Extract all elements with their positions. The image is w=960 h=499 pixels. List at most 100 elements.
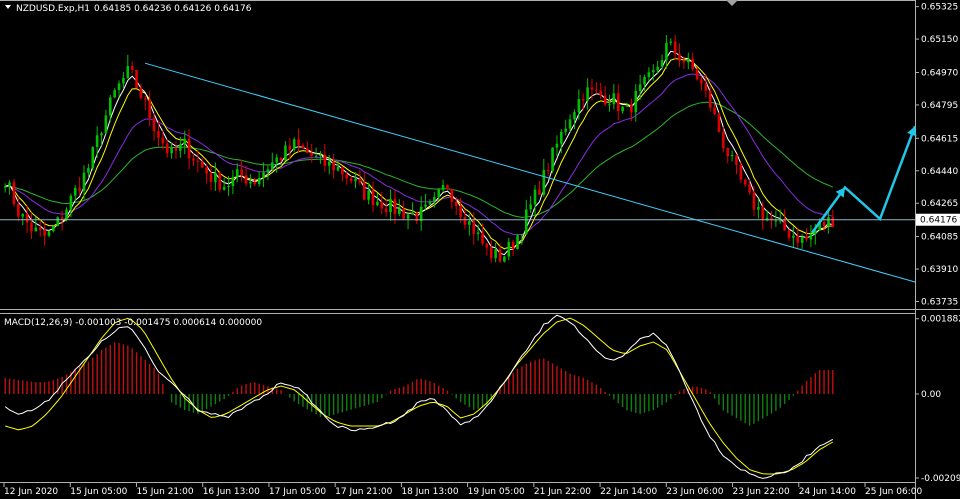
candle-body xyxy=(130,66,134,70)
candle-body xyxy=(476,232,480,234)
candle-body xyxy=(586,87,589,101)
candle-body xyxy=(104,115,108,134)
candle-body xyxy=(538,189,541,195)
candle-body xyxy=(441,185,445,190)
candle-body xyxy=(463,217,467,225)
candle-body xyxy=(271,162,274,170)
candle-body xyxy=(380,201,384,209)
time-tick-label: 22 Jun 14:00 xyxy=(600,487,657,497)
macd-tick-label: 0.001882 xyxy=(921,315,960,325)
candle-body xyxy=(608,104,611,106)
candle-body xyxy=(218,173,222,190)
candle-body xyxy=(183,138,187,145)
candle-body xyxy=(402,208,405,219)
candle-body xyxy=(108,97,112,116)
candle-body xyxy=(638,84,642,91)
candle-body xyxy=(389,199,392,213)
candle-body xyxy=(345,174,349,179)
candle-body xyxy=(319,154,322,156)
time-tick-label: 19 Jun 05:00 xyxy=(468,487,525,497)
candle-body xyxy=(713,107,716,115)
candle-body xyxy=(630,104,633,113)
candle-body xyxy=(17,204,20,217)
candle-body xyxy=(358,179,362,183)
candle-body xyxy=(700,79,703,84)
candle-body xyxy=(778,220,782,222)
time-tick-label: 15 Jun 05:00 xyxy=(70,487,127,497)
chart-title: NZDUSD.Exp,H1 xyxy=(16,4,90,14)
candle-body xyxy=(643,76,646,85)
candle-body xyxy=(603,95,607,105)
candle-body xyxy=(612,93,616,105)
candle-body xyxy=(371,190,375,206)
time-tick-label: 15 Jun 21:00 xyxy=(136,487,193,497)
candle-body xyxy=(3,186,7,188)
candle-body xyxy=(292,139,296,150)
price-tick-label: 0.65325 xyxy=(921,3,958,13)
time-tick-label: 18 Jun 13:00 xyxy=(401,487,458,497)
candle-body xyxy=(599,90,603,96)
candle-body xyxy=(332,161,335,171)
candle-body xyxy=(284,145,287,161)
candle-body xyxy=(651,70,655,73)
macd-tick-label: -0.002099 xyxy=(921,474,960,484)
candle-body xyxy=(796,235,800,243)
macd-label: MACD(12,26,9) -0.001003 -0.001475 0.0006… xyxy=(4,318,262,328)
candle-body xyxy=(78,187,81,191)
candle-body xyxy=(516,235,519,249)
candle-body xyxy=(419,206,423,222)
candle-body xyxy=(783,220,786,231)
candle-body xyxy=(761,206,765,221)
price-tick-label: 0.63910 xyxy=(921,265,958,275)
ohlc-values: 0.64185 0.64236 0.64126 0.64176 xyxy=(94,4,252,14)
candle-body xyxy=(279,157,283,161)
candle-body xyxy=(100,133,103,136)
candle-body xyxy=(38,227,42,230)
candle-body xyxy=(192,158,195,161)
candle-body xyxy=(231,177,235,187)
candle-body xyxy=(341,167,344,175)
chart-background xyxy=(0,0,960,499)
candle-body xyxy=(297,139,300,146)
time-tick-label: 23 Jun 06:00 xyxy=(666,487,723,497)
candle-body xyxy=(634,90,638,113)
candle-body xyxy=(708,90,712,108)
candle-body xyxy=(152,118,156,132)
candle-body xyxy=(327,161,331,166)
trading-chart[interactable]: 0.65325 0.65150 0.64970 0.64795 0.64615 0.644… xyxy=(0,0,960,499)
candle-body xyxy=(560,131,563,144)
candle-body xyxy=(205,167,208,174)
candle-body xyxy=(468,221,471,225)
time-tick-label: 12 Jun 2020 xyxy=(4,487,58,497)
candle-body xyxy=(117,83,121,91)
candle-body xyxy=(748,184,751,193)
candle-body xyxy=(82,172,86,191)
candle-body xyxy=(739,164,743,180)
candle-body xyxy=(625,104,629,107)
candle-body xyxy=(196,160,200,162)
candle-body xyxy=(306,148,309,153)
time-tick-label: 25 Jun 06:00 xyxy=(865,487,922,497)
candle-body xyxy=(397,208,401,214)
candle-body xyxy=(507,241,511,257)
candle-body xyxy=(809,234,813,240)
candle-body xyxy=(157,131,160,138)
candle-body xyxy=(170,147,173,154)
candle-body xyxy=(323,154,327,166)
candle-body xyxy=(691,58,694,70)
candle-body xyxy=(669,41,673,43)
candle-body xyxy=(148,99,151,119)
candle-body xyxy=(555,143,559,148)
candle-body xyxy=(472,221,476,234)
candle-body xyxy=(249,181,252,184)
candle-body xyxy=(214,173,217,183)
candle-body xyxy=(362,182,366,200)
price-tick-label: 0.65150 xyxy=(921,35,958,45)
candle-body xyxy=(122,78,125,84)
candle-body xyxy=(503,256,506,262)
candle-body xyxy=(792,235,795,238)
candle-body xyxy=(704,83,708,91)
candle-body xyxy=(428,201,432,205)
candle-body xyxy=(735,155,738,165)
candle-body xyxy=(774,220,778,222)
